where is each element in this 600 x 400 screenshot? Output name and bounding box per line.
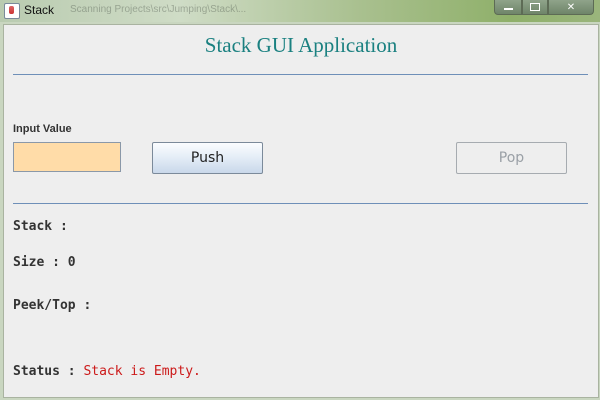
peek-row: Peek/Top :	[13, 298, 99, 313]
peek-label: Peek/Top :	[13, 298, 100, 313]
close-icon: ✕	[566, 1, 576, 13]
window-title: Stack	[24, 3, 55, 17]
size-value: 0	[67, 255, 76, 270]
size-row: Size : 0	[13, 255, 76, 270]
background-caption: Scanning Projects\src\Jumping\Stack\...	[70, 4, 247, 15]
java-app-icon	[4, 3, 20, 19]
size-label: Size :	[13, 255, 68, 270]
status-message: Stack is Empty.	[83, 364, 201, 379]
stack-row: Stack :	[13, 219, 76, 234]
middle-separator	[13, 203, 588, 204]
close-button[interactable]: ✕	[548, 0, 594, 15]
status-label: Status :	[13, 364, 84, 379]
push-button[interactable]: Push	[152, 142, 263, 174]
maximize-button[interactable]	[522, 0, 548, 15]
input-value-label: Input Value	[13, 123, 72, 135]
input-value-field[interactable]	[13, 142, 121, 172]
minimize-icon	[503, 8, 513, 10]
maximize-icon	[530, 3, 540, 11]
window-controls: ✕	[494, 0, 594, 16]
top-separator	[13, 74, 588, 75]
status-row: Status : Stack is Empty.	[13, 364, 201, 379]
app-heading: Stack GUI Application	[204, 33, 398, 57]
window-title-bar[interactable]: Stack Scanning Projects\src\Jumping\Stac…	[0, 0, 600, 22]
stack-label: Stack :	[13, 219, 76, 234]
main-panel: Stack GUI Application Input Value Push P…	[3, 24, 599, 398]
pop-button[interactable]: Pop	[456, 142, 567, 174]
minimize-button[interactable]	[494, 0, 522, 15]
